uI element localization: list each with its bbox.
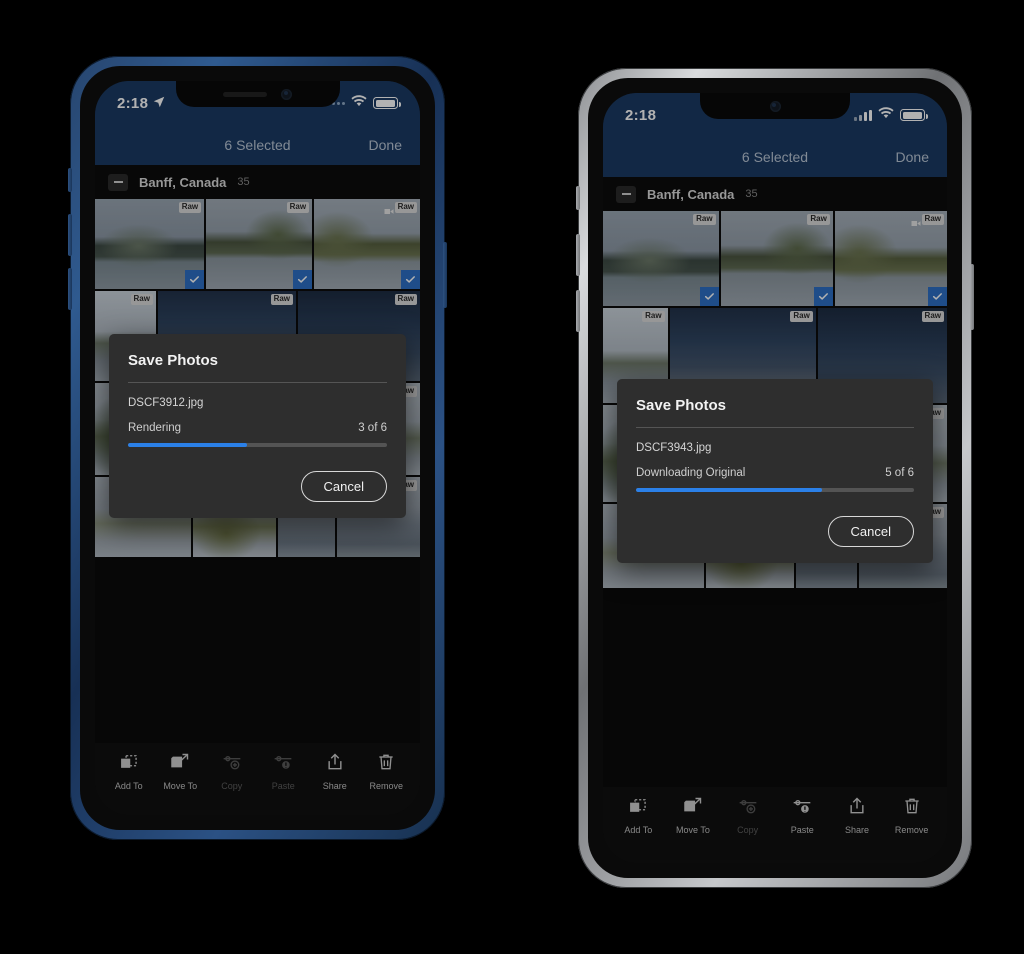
dialog-title: Save Photos: [636, 397, 727, 414]
phone-screen-right: 2:18 6 Selected Done Banff, Canada 35 Ra…: [603, 93, 947, 863]
dialog-filename: DSCF3943.jpg: [636, 442, 712, 454]
progress-bar-fill: [636, 488, 823, 492]
save-photos-dialog: Save Photos DSCF3912.jpg Rendering 3 of …: [109, 334, 406, 518]
progress-bar: [128, 443, 387, 447]
dialog-progress-count: 3 of 6: [358, 422, 387, 434]
phone-frame: 2:18 6 Selected Done Banff, Canada 35 Ra…: [576, 68, 974, 888]
power-button[interactable]: [970, 264, 974, 330]
progress-bar-fill: [128, 443, 248, 447]
phone-frame: 2:18 6 Selected Done Banff, Canada 35 Ra…: [68, 56, 447, 840]
dialog-title: Save Photos: [128, 352, 219, 369]
cancel-button[interactable]: Cancel: [300, 471, 387, 502]
dialog-progress-count: 5 of 6: [885, 467, 914, 479]
dialog-divider: [128, 382, 387, 383]
phone-mockup-left: 2:18 6 Selected Done Banff, Canada 35 Ra…: [68, 56, 447, 840]
dialog-status-label: Downloading Original: [636, 467, 746, 479]
volume-down-button[interactable]: [68, 268, 72, 310]
progress-bar: [636, 488, 914, 492]
canvas: 2:18 6 Selected Done Banff, Canada 35 Ra…: [0, 0, 1024, 954]
dialog-status-row: Downloading Original 5 of 6: [636, 467, 914, 479]
mute-switch[interactable]: [576, 186, 580, 210]
dialog-actions: Cancel: [636, 516, 914, 547]
phone-screen-left: 2:18 6 Selected Done Banff, Canada 35 Ra…: [95, 81, 420, 815]
dialog-divider: [636, 427, 914, 428]
dialog-actions: Cancel: [128, 471, 387, 502]
phone-mockup-right: 2:18 6 Selected Done Banff, Canada 35 Ra…: [576, 68, 974, 888]
phone-bezel: 2:18 6 Selected Done Banff, Canada 35 Ra…: [80, 66, 435, 830]
power-button[interactable]: [443, 242, 447, 308]
cancel-button[interactable]: Cancel: [827, 516, 914, 547]
dialog-status-label: Rendering: [128, 422, 182, 434]
phone-bezel: 2:18 6 Selected Done Banff, Canada 35 Ra…: [588, 78, 962, 878]
dialog-status-row: Rendering 3 of 6: [128, 422, 387, 434]
dialog-filename: DSCF3912.jpg: [128, 397, 204, 409]
mute-switch[interactable]: [68, 168, 72, 192]
volume-up-button[interactable]: [68, 214, 72, 256]
volume-up-button[interactable]: [576, 234, 580, 276]
save-photos-dialog: Save Photos DSCF3943.jpg Downloading Ori…: [617, 379, 933, 563]
volume-down-button[interactable]: [576, 290, 580, 332]
